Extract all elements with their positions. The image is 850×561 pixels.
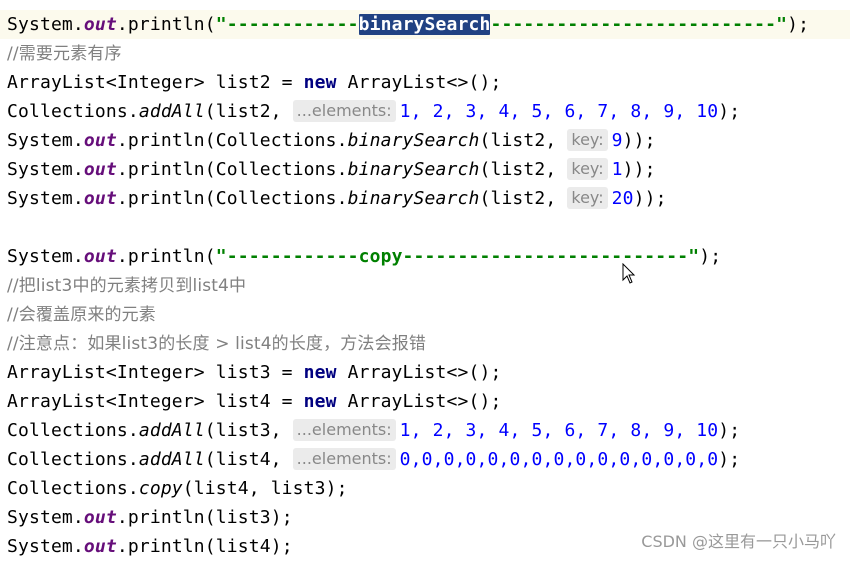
code-line-18[interactable]: System.out.println(list3); bbox=[7, 503, 293, 532]
code-line-17[interactable]: Collections.copy(list4, list3); bbox=[7, 474, 348, 503]
parameter-hint: key: bbox=[567, 129, 608, 151]
code-line-1[interactable]: System.out.println("------------binarySe… bbox=[7, 10, 809, 39]
parameter-hint: ...elements: bbox=[292, 100, 396, 122]
code-line-19[interactable]: System.out.println(list4); bbox=[7, 532, 293, 561]
code-line-14[interactable]: ArrayList<Integer> list4 = new ArrayList… bbox=[7, 387, 501, 416]
code-line-5[interactable]: System.out.println(Collections.binarySea… bbox=[7, 126, 656, 155]
code-line-6[interactable]: System.out.println(Collections.binarySea… bbox=[7, 155, 656, 184]
code-line-13[interactable]: ArrayList<Integer> list3 = new ArrayList… bbox=[7, 358, 501, 387]
parameter-hint: ...elements: bbox=[292, 448, 396, 470]
parameter-hint: ...elements: bbox=[292, 419, 396, 441]
code-line-10[interactable]: //把list3中的元素拷贝到list4中 bbox=[7, 271, 246, 300]
code-line-16[interactable]: Collections.addAll(list4, ...elements: 0,… bbox=[7, 445, 740, 474]
code-line-12[interactable]: //注意点：如果list3的长度 > list4的长度，方法会报错 bbox=[7, 329, 426, 358]
code-line-2[interactable]: //需要元素有序 bbox=[7, 39, 122, 68]
code-line-15[interactable]: Collections.addAll(list3, ...elements: 1,… bbox=[7, 416, 740, 445]
code-line-7[interactable]: System.out.println(Collections.binarySea… bbox=[7, 184, 667, 213]
code-line-4[interactable]: Collections.addAll(list2, ...elements: 1,… bbox=[7, 97, 740, 126]
code-line-11[interactable]: //会覆盖原来的元素 bbox=[7, 300, 156, 329]
code-line-9[interactable]: System.out.println("------------copy----… bbox=[7, 242, 721, 271]
selected-text: binarySearch bbox=[358, 14, 491, 35]
mouse-pointer-icon bbox=[622, 263, 636, 284]
parameter-hint: key: bbox=[567, 158, 608, 180]
watermark: CSDN @这里有一只小马吖 bbox=[641, 532, 836, 551]
code-line-3[interactable]: ArrayList<Integer> list2 = new ArrayList… bbox=[7, 68, 501, 97]
parameter-hint: key: bbox=[567, 187, 608, 209]
code-editor[interactable]: System.out.println("------------binarySe… bbox=[0, 0, 850, 559]
